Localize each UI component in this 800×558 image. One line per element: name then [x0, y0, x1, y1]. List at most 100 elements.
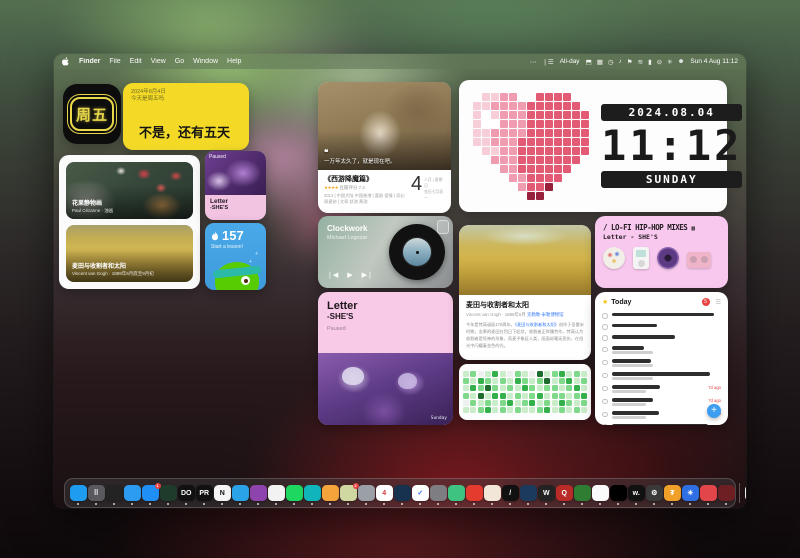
apple-logo[interactable] [62, 57, 70, 66]
todo-checkbox[interactable] [602, 313, 608, 319]
lofi-playlist-widget[interactable]: / LO-FI HIP-HOP MIXES ▦ Letter - SHE'S [595, 216, 728, 288]
previous-track-button[interactable]: ❘◀ [327, 271, 338, 279]
dock-icon-tether[interactable]: ₮ [664, 485, 681, 502]
todo-list-widget[interactable]: ★ Today 5 ☰ 7d ago7d ago7d ago + [595, 292, 728, 425]
todo-checkbox[interactable] [602, 360, 608, 366]
todo-item[interactable] [602, 357, 721, 370]
now-playing-widget[interactable]: Letter -SHE'S Paused Sunday [318, 292, 453, 425]
dock-icon-reminders[interactable]: ✓ [412, 485, 429, 502]
friday-app-icon[interactable]: 周五 [63, 84, 121, 144]
dock-icon-settings[interactable]: ⚙ [646, 485, 663, 502]
menu-finder[interactable]: Finder [79, 58, 100, 65]
todo-checkbox[interactable] [602, 335, 608, 341]
dock-icon-pr-app[interactable]: PR [196, 485, 213, 502]
todo-item[interactable] [602, 421, 721, 425]
dock-icon-finder[interactable] [70, 485, 87, 502]
dock-icon-app-black[interactable] [610, 485, 627, 502]
todo-checkbox[interactable] [602, 324, 608, 330]
menubar-allday-label[interactable]: All-day [560, 58, 580, 65]
art-tile[interactable]: 麦田与收割者和太阳Vincent van Gogh · 1889年6月底至9月初 [66, 225, 193, 282]
dock-icon-app-mint[interactable] [448, 485, 465, 502]
dock-icon-quora[interactable]: Q [556, 485, 573, 502]
todo-checkbox[interactable] [602, 424, 608, 425]
pixel-clock-widget[interactable]: 2024.08.04 11:12 SUNDAY [459, 80, 727, 212]
dock-icon-app-redface[interactable] [700, 485, 717, 502]
dock-icon-office[interactable] [520, 485, 537, 502]
dock-icon-vscode[interactable] [124, 485, 141, 502]
menu-edit[interactable]: Edit [130, 58, 142, 65]
todo-item[interactable] [602, 344, 721, 357]
dock-icon-slash-app[interactable]: / [502, 485, 519, 502]
mini-music-widget[interactable]: Paused Letter -SHE'S [205, 151, 266, 220]
menu-go[interactable]: Go [175, 58, 184, 65]
display-icon[interactable]: ⬒ [586, 58, 592, 66]
user-icon[interactable]: ☻ [678, 58, 685, 66]
music-player-widget[interactable]: Clockwork Michael Logozar ❘◀ ▶ ▶❘ [318, 216, 453, 288]
overflow-icon[interactable]: ⋯ [530, 58, 537, 66]
artwork-info-widget[interactable]: 麦田与收割者和太阳 Vincent van Gogh · 1889年6月 克勒勒… [459, 225, 591, 360]
music-icon[interactable]: ♪ [619, 58, 622, 66]
dock-icon-youtube[interactable] [466, 485, 483, 502]
contribution-grid-widget[interactable] [459, 364, 591, 420]
play-button[interactable]: ▶ [347, 271, 352, 279]
dock-icon-app-white[interactable] [268, 485, 285, 502]
spotlight-icon[interactable]: ✳ [667, 58, 672, 66]
todo-item[interactable] [602, 321, 721, 332]
dock-icon-mail[interactable]: 1 [142, 485, 159, 502]
todo-item[interactable]: 7d ago [602, 382, 721, 395]
todo-item[interactable] [602, 332, 721, 343]
grid-icon[interactable]: ▦ [597, 58, 603, 66]
friday-countdown-widget[interactable]: 2024年8月4日今天是周五吗 不是，还有五天 [123, 83, 249, 150]
dock-icon-homepod[interactable] [322, 485, 339, 502]
menu-help[interactable]: Help [227, 58, 241, 65]
todo-item[interactable] [602, 370, 721, 383]
painting-link[interactable]: 《麦田与收割者和太阳》 [515, 322, 559, 327]
dock-icon-app-gray[interactable] [358, 485, 375, 502]
battery-icon[interactable]: ▮ [648, 58, 652, 66]
dock-icon-app-olive[interactable]: 2 [340, 485, 357, 502]
menubar-clock[interactable]: Sun 4 Aug 11:12 [690, 58, 738, 65]
dock-icon-app-cream[interactable] [484, 485, 501, 502]
menu-view[interactable]: View [151, 58, 166, 65]
todo-checkbox[interactable] [602, 386, 608, 392]
dock-icon-app-dark[interactable] [106, 485, 123, 502]
dock-icon-app-navy[interactable] [394, 485, 411, 502]
menu-file[interactable]: File [109, 58, 120, 65]
add-task-button[interactable]: + [707, 404, 721, 418]
menu-window[interactable]: Window [193, 58, 218, 65]
dock-icon-app-blue-snow[interactable]: ✳ [682, 485, 699, 502]
dock-icon-spotify[interactable] [286, 485, 303, 502]
todo-checkbox[interactable] [602, 373, 608, 379]
dock-icon-telegram[interactable] [232, 485, 249, 502]
todo-checkbox[interactable] [602, 399, 608, 405]
next-track-button[interactable]: ▶❘ [362, 271, 373, 279]
art-tile[interactable]: 花果静物画Paul Cézanne · 油画 [66, 162, 193, 219]
movie-of-the-day-widget[interactable]: ❝ 一万年太久了，就是现在吧。 《西游降魔篇》 ★★★★ 豆瓣评分 7.2 20… [318, 82, 451, 213]
todo-item[interactable]: 7d ago [602, 408, 721, 421]
do-not-disturb-icon[interactable]: ⊖ [657, 58, 662, 66]
todo-checkbox[interactable] [602, 412, 608, 418]
art-gallery-widget[interactable]: 花果静物画Paul Cézanne · 油画麦田与收割者和太阳Vincent v… [59, 155, 200, 289]
dock-icon-app-slate[interactable] [430, 485, 447, 502]
dock-icon-app-darkgreen[interactable] [160, 485, 177, 502]
streak-widget[interactable]: 157 Start a lesson! + + [205, 223, 266, 290]
dock-icon-podcasts[interactable] [250, 485, 267, 502]
dock-icon-app-teal[interactable] [304, 485, 321, 502]
todo-checkbox[interactable] [602, 347, 608, 353]
dock-icon-app-darkred[interactable] [718, 485, 735, 502]
museum-link[interactable]: 克勒勒-米勒博物馆 [527, 312, 564, 317]
wifi-icon[interactable]: ≋ [638, 58, 643, 66]
todo-item[interactable] [602, 310, 721, 321]
dock-icon-clipboard[interactable]: ▤ [745, 485, 747, 502]
dock-icon-do-app[interactable]: DO [178, 485, 195, 502]
dock-icon-calendar[interactable]: 4 [376, 485, 393, 502]
clock-icon[interactable]: ◷ [608, 58, 614, 66]
todo-item[interactable]: 7d ago [602, 395, 721, 408]
list-icon[interactable]: ❘☰ [542, 58, 553, 66]
dock-icon-launchpad[interactable]: ⠿ [88, 485, 105, 502]
dock-icon-wword-app[interactable]: w. [628, 485, 645, 502]
dock-icon-photos[interactable] [592, 485, 609, 502]
flag-icon[interactable]: ⚑ [627, 58, 633, 66]
dock-icon-w-app[interactable]: W [538, 485, 555, 502]
todo-menu-icon[interactable]: ☰ [716, 299, 721, 306]
